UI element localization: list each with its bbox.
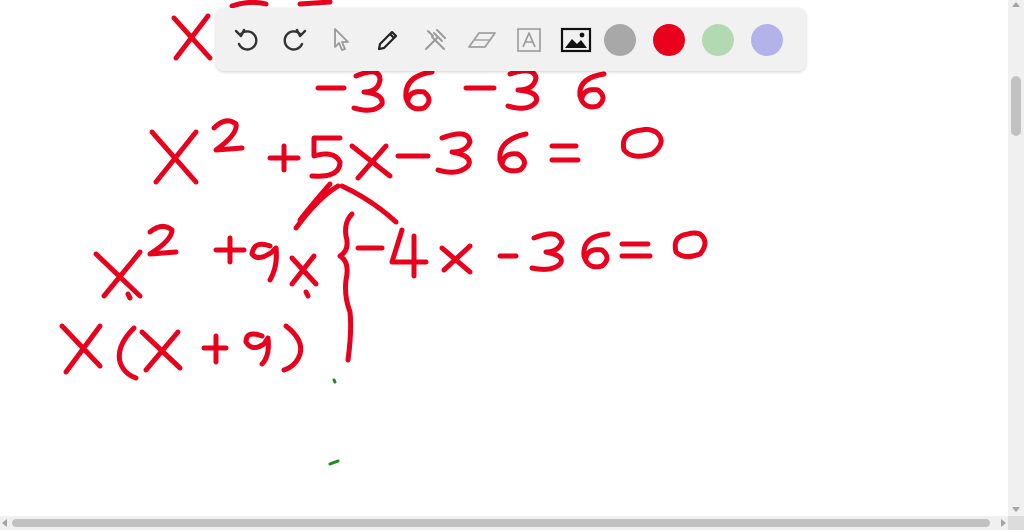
image-icon — [560, 27, 592, 52]
ink-x-e — [439, 243, 473, 275]
ink-equals-b — [549, 143, 581, 163]
ink-plus-a — [267, 143, 301, 173]
color-swatch-gray[interactable] — [604, 23, 636, 56]
vertical-scrollbar[interactable] — [1008, 0, 1024, 516]
image-button[interactable] — [557, 19, 595, 61]
scroll-left-arrow-icon[interactable] — [2, 519, 7, 527]
ink-x-f — [59, 323, 103, 375]
text-button[interactable] — [510, 19, 548, 61]
ink-x-g — [139, 329, 183, 373]
color-swatch-red[interactable] — [653, 23, 685, 56]
ink-36-e — [529, 231, 611, 272]
ink-paren-open — [116, 325, 139, 381]
ink-exp-2 — [211, 118, 245, 153]
redo-button[interactable] — [275, 19, 313, 61]
ink-9-c — [249, 241, 279, 283]
ink-exp-c — [147, 224, 179, 257]
undo-button[interactable] — [228, 19, 266, 61]
ink-minus-36-a — [315, 69, 435, 113]
ink-x-c — [93, 249, 143, 299]
vertical-scroll-thumb[interactable] — [1011, 76, 1021, 136]
ink-top-fragment — [229, 0, 333, 9]
ink-36-b — [435, 131, 529, 175]
ink-x-2 — [149, 129, 199, 185]
ink-plus-g — [201, 333, 229, 365]
ink-brace — [337, 211, 355, 363]
pointer-icon — [334, 27, 349, 51]
color-swatch-green[interactable] — [702, 23, 734, 56]
scroll-down-arrow-icon[interactable] — [1012, 507, 1020, 512]
ink-zero-b — [620, 126, 664, 159]
pen-icon — [377, 30, 398, 50]
undo-icon — [234, 28, 258, 51]
pen-button[interactable] — [369, 19, 407, 61]
pointer-button[interactable] — [322, 19, 360, 61]
ink-split-left — [293, 181, 341, 231]
ink-dot-b — [303, 289, 311, 299]
text-icon — [517, 27, 541, 52]
scrollbar-corner — [1008, 516, 1024, 530]
ink-green-dot-a — [332, 378, 337, 384]
ink-5 — [309, 135, 343, 179]
horizontal-scroll-thumb[interactable] — [12, 519, 990, 527]
tools-button[interactable] — [416, 19, 454, 61]
color-swatch-purple[interactable] — [751, 23, 783, 56]
ink-zero-e — [672, 230, 708, 260]
ink-paren-close — [281, 323, 304, 373]
ink-4 — [389, 227, 429, 279]
drawing-toolbar — [216, 8, 806, 71]
handwriting-layer — [59, 0, 708, 466]
drawing-canvas[interactable] — [0, 0, 1008, 516]
ink-minus-36-b — [463, 68, 607, 111]
ink-equals-e — [619, 241, 653, 259]
ink-x-top — [171, 13, 213, 61]
ink-9-g — [243, 331, 271, 367]
scroll-up-arrow-icon[interactable] — [1012, 2, 1020, 7]
eraser-icon — [468, 31, 496, 48]
ink-dot-a — [125, 291, 133, 301]
eraser-button[interactable] — [463, 19, 501, 61]
ink-x-d — [289, 253, 319, 287]
scroll-right-arrow-icon[interactable] — [1001, 519, 1006, 527]
ink-plus-c — [213, 235, 247, 265]
redo-icon — [283, 28, 307, 51]
tools-icon — [425, 28, 446, 50]
horizontal-scrollbar[interactable] — [0, 516, 1008, 530]
ink-green-mark — [328, 459, 340, 466]
ink-x-b — [349, 143, 393, 181]
